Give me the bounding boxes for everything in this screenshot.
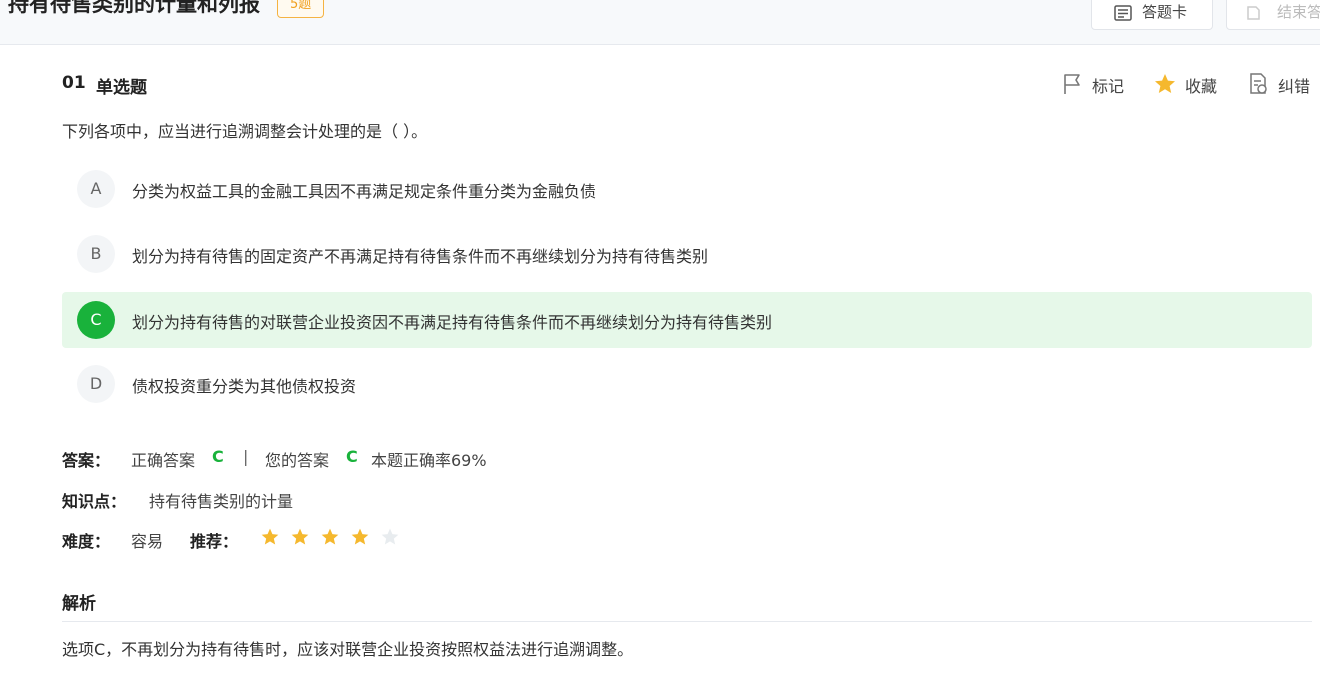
knowledge-label: 知识点： xyxy=(62,492,127,511)
your-answer-label: 您的答案 xyxy=(265,451,330,470)
star-empty-icon xyxy=(381,528,399,545)
difficulty-label: 难度： xyxy=(62,532,111,551)
accuracy-text: 本题正确率69% xyxy=(371,451,487,470)
mark-label: 标记 xyxy=(1092,77,1125,96)
page-title: 持有待售类别的计量和列报 xyxy=(8,0,260,16)
option-letter: B xyxy=(77,235,115,273)
option-b[interactable]: B 划分为持有待售的固定资产不再满足持有待售条件而不再继续划分为持有待售类别 xyxy=(62,226,1312,282)
report-error-label: 纠错 xyxy=(1278,77,1311,96)
answer-label: 答案： xyxy=(62,451,111,470)
favorite-label: 收藏 xyxy=(1185,77,1218,96)
option-letter: C xyxy=(77,301,115,339)
star-filled-icon xyxy=(291,528,309,545)
correct-answer-label: 正确答案 xyxy=(131,451,196,470)
top-bar: 持有待售类别的计量和列报 5题 答题卡 结束答 xyxy=(0,0,1320,45)
answer-card-icon xyxy=(1114,5,1132,21)
option-letter: D xyxy=(77,365,115,403)
question-number: 01 xyxy=(62,73,86,93)
analysis-title: 解析 xyxy=(62,594,96,614)
answer-card-label: 答题卡 xyxy=(1142,3,1188,21)
option-text: 分类为权益工具的金融工具因不再满足规定条件重分类为金融负债 xyxy=(132,182,597,201)
star-filled-icon xyxy=(321,528,339,545)
end-answer-label: 结束答 xyxy=(1277,3,1320,21)
your-answer-value: C xyxy=(346,447,358,466)
end-icon xyxy=(1247,6,1260,20)
option-letter: A xyxy=(77,170,115,208)
option-text: 划分为持有待售的对联营企业投资因不再满足持有待售条件而不再继续划分为持有待售类别 xyxy=(132,313,773,332)
question-count-badge: 5题 xyxy=(277,0,325,18)
recommend-label: 推荐： xyxy=(190,532,239,551)
option-d[interactable]: D 债权投资重分类为其他债权投资 xyxy=(62,356,1312,412)
option-a[interactable]: A 分类为权益工具的金融工具因不再满足规定条件重分类为金融负债 xyxy=(62,161,1312,217)
report-error-icon xyxy=(1250,73,1267,94)
end-answer-button[interactable]: 结束答 xyxy=(1226,0,1320,30)
option-text: 债权投资重分类为其他债权投资 xyxy=(132,377,357,396)
star-filled-icon xyxy=(261,528,279,545)
correct-answer-value: C xyxy=(212,447,224,466)
knowledge-value: 持有待售类别的计量 xyxy=(149,492,294,511)
answer-separator: | xyxy=(243,447,249,466)
answer-card-button[interactable]: 答题卡 xyxy=(1091,0,1213,30)
star-icon xyxy=(1155,74,1175,93)
star-filled-icon xyxy=(351,528,369,545)
analysis-text: 选项C，不再划分为持有待售时，应该对联营企业投资按照权益法进行追溯调整。 xyxy=(62,640,634,659)
analysis-divider xyxy=(62,621,1312,622)
option-c[interactable]: C 划分为持有待售的对联营企业投资因不再满足持有待售条件而不再继续划分为持有待售… xyxy=(62,292,1312,348)
question-type: 单选题 xyxy=(96,78,147,98)
difficulty-value: 容易 xyxy=(131,532,164,551)
flag-icon xyxy=(1064,74,1080,94)
option-text: 划分为持有待售的固定资产不再满足持有待售条件而不再继续划分为持有待售类别 xyxy=(132,247,709,266)
question-stem: 下列各项中，应当进行追溯调整会计处理的是（ ）。 xyxy=(62,122,428,141)
